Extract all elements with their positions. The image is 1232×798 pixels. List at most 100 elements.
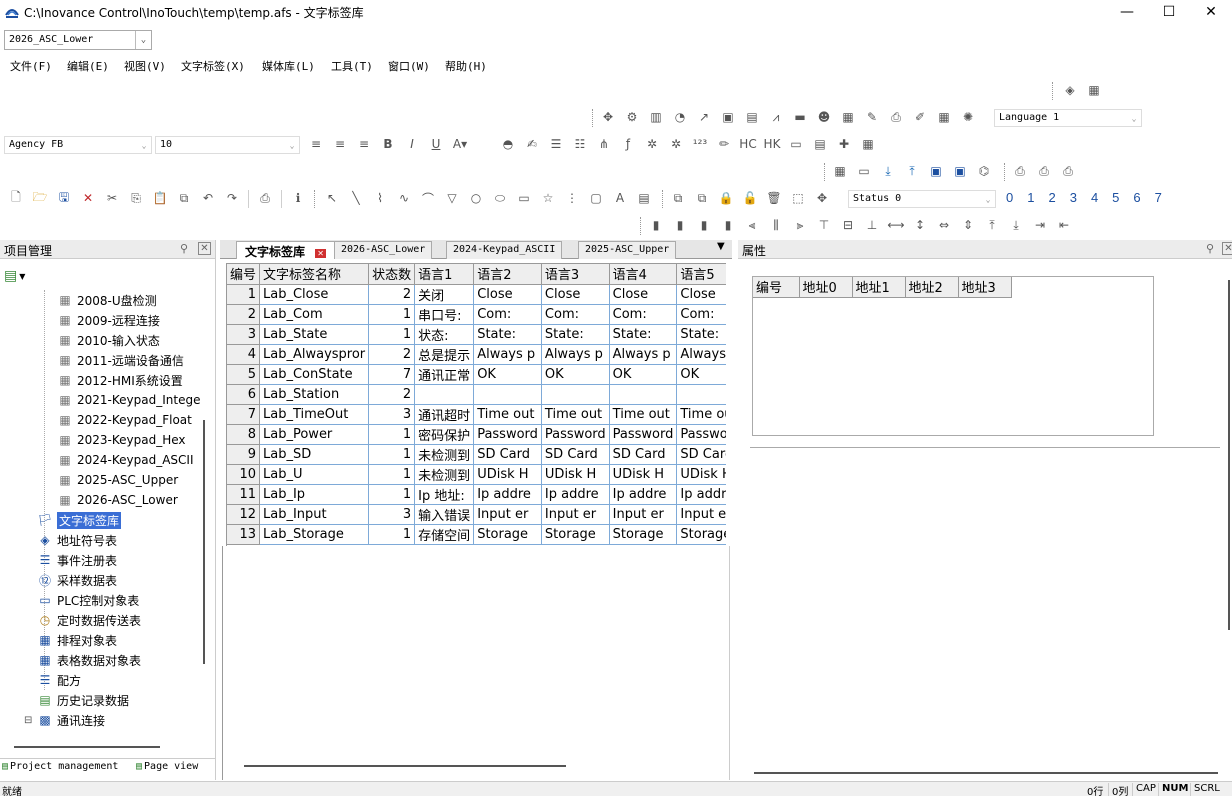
chevron-down-icon[interactable]: ⌄	[981, 191, 995, 207]
table-cell[interactable]: Lab_Com	[259, 304, 370, 325]
select-icon[interactable]: ⬚	[790, 190, 806, 206]
status-3-button[interactable]: 3	[1070, 190, 1077, 205]
monitor-alt-icon[interactable]: ▣	[952, 163, 968, 179]
tab-text-tag-library[interactable]: 文字标签库 ✕	[236, 241, 335, 259]
table-cell[interactable]: Close	[676, 284, 726, 305]
table-row[interactable]: 4 Lab_Alwayspror 2 总是提示 Always p Always p Alwa…	[227, 344, 726, 365]
table-cell[interactable]: 密码保护	[414, 424, 475, 445]
column-header[interactable]: 语言3	[541, 264, 610, 285]
table-cell[interactable]: Ip addre	[541, 484, 610, 505]
tree-item[interactable]: ▦ 2009-远程连接	[58, 310, 160, 330]
close-icon[interactable]: ✕	[1222, 242, 1232, 255]
splitter[interactable]	[750, 447, 1220, 448]
table-cell[interactable]: Close	[609, 284, 678, 305]
pencil-icon[interactable]: ✏	[716, 136, 732, 152]
table-row[interactable]: 3Lab_State1状态:State:State:State:State:St…	[227, 324, 726, 345]
align-left-edge-icon[interactable]: ⫷	[744, 217, 760, 233]
table-cell[interactable]: SD Card	[676, 444, 726, 465]
ellipse-icon[interactable]: ⬭	[492, 190, 508, 206]
column-header[interactable]: 编号	[227, 264, 261, 285]
tab-page-view[interactable]: ▤ Page view	[136, 761, 198, 772]
table-cell[interactable]	[414, 384, 475, 405]
chevron-down-icon[interactable]: ⌄	[1127, 110, 1141, 126]
table-cell[interactable]: 11	[227, 484, 261, 505]
close-button[interactable]: ✕	[1188, 0, 1232, 24]
menu-tools[interactable]: 工具(T)	[331, 58, 373, 74]
table-cell[interactable]: Password	[541, 424, 610, 445]
group-icon[interactable]: ⧉	[670, 190, 686, 206]
circle-icon[interactable]: ○	[468, 190, 484, 206]
download-icon[interactable]: ⤓	[880, 163, 896, 179]
polyline-icon[interactable]: ⌇	[372, 190, 388, 206]
table-cell[interactable]: Close	[473, 284, 542, 305]
plus-icon[interactable]: ✚	[836, 136, 852, 152]
table-cell[interactable]: Com:	[676, 304, 726, 325]
window-icon[interactable]: ▭	[788, 136, 804, 152]
table-horizontal-scrollbar[interactable]	[244, 765, 566, 767]
redo-icon[interactable]: ↷	[224, 190, 240, 206]
ungroup-icon[interactable]: ⧉	[694, 190, 710, 206]
note-icon[interactable]: ✎	[864, 109, 880, 125]
table-cell[interactable]: Time out	[609, 404, 678, 425]
column-header[interactable]: 语言1	[414, 264, 475, 285]
space-h-icon[interactable]: ⟷	[887, 217, 904, 233]
table-icon[interactable]: ▦	[840, 109, 856, 125]
tree-vertical-scrollbar[interactable]	[203, 420, 205, 664]
table-cell[interactable]: Lab_U	[259, 464, 370, 485]
table-cell[interactable]: Input er	[473, 504, 542, 525]
status-6-button[interactable]: 6	[1133, 190, 1140, 205]
table-cell[interactable]: Input er	[609, 504, 678, 525]
table-cell[interactable]: State:	[473, 324, 542, 345]
table-cell[interactable]: 13	[227, 524, 261, 545]
tray-icon[interactable]: ▭	[856, 163, 872, 179]
table-cell[interactable]: 1	[368, 524, 416, 545]
tree-item[interactable]: ▦ 2026-ASC_Lower	[58, 490, 177, 510]
list-alt-icon[interactable]: ☷	[572, 136, 588, 152]
table-cell[interactable]: Lab_Close	[259, 284, 370, 305]
chevron-down-icon[interactable]: ⌄	[135, 31, 151, 49]
close-icon[interactable]: ✕	[315, 249, 326, 258]
align-center-v-icon[interactable]: ⫼	[768, 217, 784, 233]
table-cell[interactable]: OK	[473, 364, 542, 385]
hk-icon[interactable]: HK	[764, 136, 781, 152]
table-cell[interactable]: Time out	[676, 404, 726, 425]
table-cell[interactable]: 2	[368, 384, 416, 405]
picture-icon[interactable]: ▤	[744, 109, 760, 125]
trash-icon[interactable]: 🗑	[766, 190, 782, 206]
align-top-icon[interactable]: ⊤	[816, 217, 832, 233]
table-cell[interactable]: Lab_Station	[259, 384, 370, 405]
table-cell[interactable]: Always p	[676, 344, 726, 365]
address-column-header[interactable]: 地址3	[958, 277, 1012, 298]
tab-2025-asc-upper[interactable]: 2025-ASC_Upper	[578, 241, 677, 259]
table-cell[interactable]: 10	[227, 464, 261, 485]
pin-icon[interactable]: ⚲	[180, 242, 188, 255]
table-cell[interactable]: 7	[227, 404, 261, 425]
table-cell[interactable]: Ip addre	[676, 484, 726, 505]
table-cell[interactable]: Lab_SD	[259, 444, 370, 465]
table-cell[interactable]: 输入错误	[414, 504, 475, 525]
tree-item[interactable]: ▦ 2024-Keypad_ASCII	[58, 450, 193, 470]
table-cell[interactable]: Storage	[609, 524, 678, 545]
grid-icon[interactable]: ▦	[936, 109, 952, 125]
table-cell[interactable]: SD Card	[473, 444, 542, 465]
status-5-button[interactable]: 5	[1112, 190, 1119, 205]
bring-front-icon[interactable]: ⤒	[984, 217, 1000, 233]
panel-icon[interactable]: ▤	[812, 136, 828, 152]
table-row[interactable]: 5Lab_ConState7通讯正常OKOKOKOKOK	[227, 364, 726, 385]
move-all-icon[interactable]: ✥	[814, 190, 830, 206]
user-icon[interactable]: ☻	[816, 109, 832, 125]
table-cell[interactable]: 2	[227, 304, 261, 325]
table-cell[interactable]: Ip addre	[473, 484, 542, 505]
chevron-down-icon[interactable]: ⌄	[285, 137, 299, 153]
tree-item[interactable]: 🏳 文字标签库	[37, 510, 122, 530]
brush-icon[interactable]: ✍	[524, 136, 540, 152]
list-icon[interactable]: ☰	[548, 136, 564, 152]
table-row[interactable]: 12 Lab_Input 3 输入错误 Input er Input er Input er…	[227, 504, 726, 525]
table-row[interactable]: 2Lab_Com1串口号:Com:Com:Com:Com:Com:	[227, 304, 726, 325]
table-icon[interactable]: ▤	[636, 190, 652, 206]
status-4-button[interactable]: 4	[1091, 190, 1098, 205]
tree-horizontal-scrollbar[interactable]	[14, 746, 160, 748]
maximize-button[interactable]: ☐	[1146, 0, 1192, 24]
status-1-button[interactable]: 1	[1027, 190, 1034, 205]
hc-icon[interactable]: HC	[739, 136, 756, 152]
